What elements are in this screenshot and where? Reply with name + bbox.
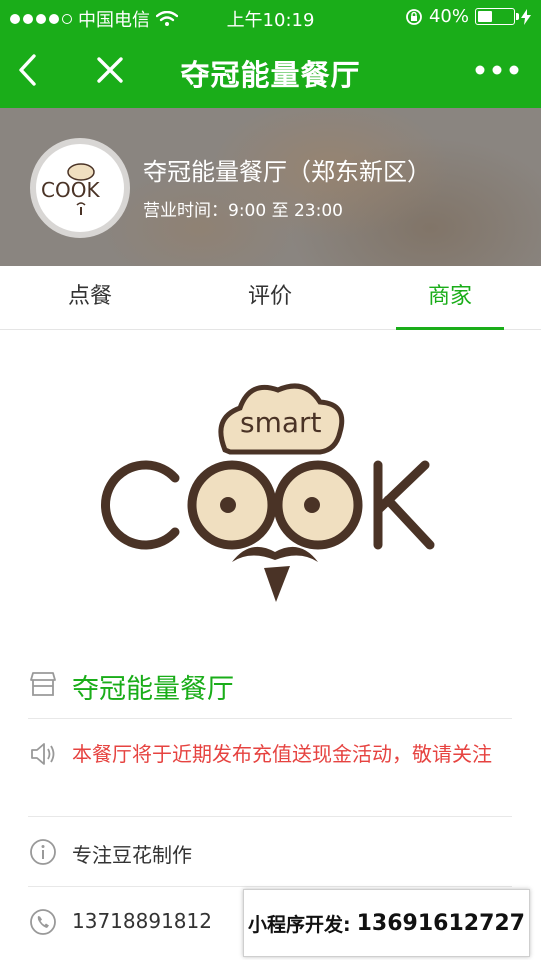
merchant-name-row: 夺冠能量餐厅 xyxy=(28,651,512,719)
more-button[interactable] xyxy=(469,50,525,90)
more-dots-icon xyxy=(475,65,519,75)
page-title: 夺冠能量餐厅 xyxy=(180,58,361,92)
store-avatar: COOK xyxy=(30,138,130,238)
tab-merchant[interactable]: 商家 xyxy=(390,266,510,330)
store-logo-icon: COOK xyxy=(41,163,100,215)
business-hours: 营业时间：9:00 至 23:00 xyxy=(143,201,343,221)
merchant-logo: smart xyxy=(100,370,450,610)
notice-row: 本餐厅将于近期发布充值送现金活动，敬请关注 xyxy=(28,719,512,817)
info-icon xyxy=(30,839,56,865)
phone-number[interactable]: 13718891812 xyxy=(72,909,212,933)
charging-icon xyxy=(521,8,531,25)
notice-text: 本餐厅将于近期发布充值送现金活动，敬请关注 xyxy=(72,742,492,766)
active-tab-indicator xyxy=(396,327,504,330)
store-full-name: 夺冠能量餐厅（郑东新区） xyxy=(143,158,431,186)
store-icon xyxy=(30,672,56,696)
phone-icon xyxy=(30,909,56,935)
merchant-name: 夺冠能量餐厅 xyxy=(72,674,234,705)
developer-label: 小程序开发: xyxy=(248,913,351,936)
status-right: 40% xyxy=(405,6,531,27)
logo-small-text: smart xyxy=(240,406,322,439)
store-header: COOK 夺冠能量餐厅（郑东新区） 营业时间：9:00 至 23:00 xyxy=(0,108,541,266)
tab-bar: 点餐 评价 商家 xyxy=(0,266,541,330)
tab-reviews[interactable]: 评价 xyxy=(210,266,330,330)
tab-order[interactable]: 点餐 xyxy=(30,266,150,330)
speaker-icon xyxy=(31,743,55,765)
status-bar: 中国电信 上午10:19 40% xyxy=(0,0,541,34)
battery-percent: 40% xyxy=(428,6,469,27)
description-row: 专注豆花制作 xyxy=(28,817,512,887)
cook-logo-image: smart xyxy=(101,383,435,602)
navigation-bar: 夺冠能量餐厅 xyxy=(0,34,541,108)
battery-level-fill xyxy=(478,11,492,22)
description-text: 专注豆花制作 xyxy=(72,843,192,867)
developer-badge: 小程序开发: 13691612727 xyxy=(243,889,530,957)
battery-icon xyxy=(475,8,519,25)
developer-phone: 13691612727 xyxy=(356,910,525,936)
avatar-logo-text: COOK xyxy=(41,178,100,202)
rotation-lock-icon xyxy=(406,8,422,25)
